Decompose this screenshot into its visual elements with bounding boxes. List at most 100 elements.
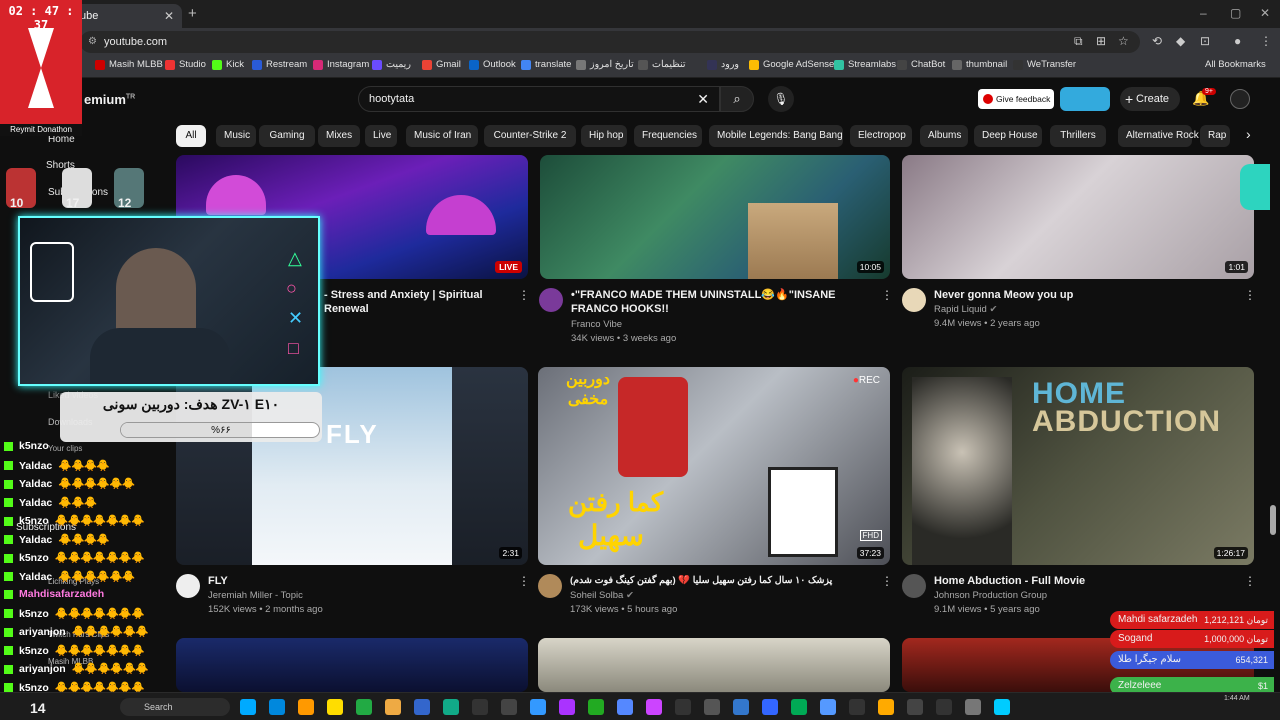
taskbar-search[interactable]: Search: [120, 698, 230, 716]
taskbar-app-icon[interactable]: [385, 699, 401, 715]
voice-search-button[interactable]: 🎙: [768, 86, 794, 112]
site-info-icon[interactable]: ⚙: [88, 31, 97, 53]
bookmark-item[interactable]: translate: [521, 59, 571, 70]
video-thumbnail[interactable]: [176, 638, 528, 692]
video-title[interactable]: Home Abduction - Full Movie: [934, 574, 1234, 588]
translate-icon[interactable]: ⊞: [1096, 34, 1106, 48]
extensions-puzzle-icon[interactable]: ⊡: [1200, 34, 1210, 48]
taskbar-app-icon[interactable]: [559, 699, 575, 715]
taskbar-app-icon[interactable]: [269, 699, 285, 715]
video-menu-icon[interactable]: ⋮: [881, 574, 893, 588]
bookmark-item[interactable]: تنظیمات: [638, 59, 686, 70]
channel-name[interactable]: Rapid Liquid ✔: [934, 303, 997, 317]
taskbar-app-icon[interactable]: [646, 699, 662, 715]
video-menu-icon[interactable]: ⋮: [881, 288, 893, 302]
video-thumbnail[interactable]: [538, 638, 890, 692]
chip-counter-strike-2[interactable]: Counter-Strike 2: [484, 125, 576, 147]
bookmark-item[interactable]: Outlook: [469, 59, 516, 70]
extension-menu-button[interactable]: [1060, 87, 1110, 111]
bookmark-star-icon[interactable]: ☆: [1118, 34, 1129, 48]
taskbar-app-icon[interactable]: [327, 699, 343, 715]
extension-icon[interactable]: ⟲: [1152, 34, 1162, 48]
minimize-icon[interactable]: –: [1200, 6, 1207, 20]
channel-name[interactable]: Johnson Production Group: [934, 589, 1047, 603]
channel-name[interactable]: Soheil Solba ✔: [570, 589, 634, 603]
search-button[interactable]: ⌕: [720, 86, 754, 112]
chip-albums[interactable]: Albums: [920, 125, 968, 147]
bookmark-item[interactable]: ChatBot: [897, 59, 945, 70]
taskbar-app-icon[interactable]: [443, 699, 459, 715]
bookmark-item[interactable]: Kick: [212, 59, 244, 70]
bookmark-item[interactable]: Masih MLBB: [95, 59, 163, 70]
taskbar-app-icon[interactable]: [588, 699, 604, 715]
bookmark-item[interactable]: Streamlabs: [834, 59, 896, 70]
taskbar-app-icon[interactable]: [298, 699, 314, 715]
video-menu-icon[interactable]: ⋮: [518, 574, 530, 588]
taskbar-app-icon[interactable]: [414, 699, 430, 715]
chip-all[interactable]: All: [176, 125, 206, 147]
taskbar-app-icon[interactable]: [704, 699, 720, 715]
chips-next-arrow-icon[interactable]: ›: [1246, 126, 1251, 142]
video-title[interactable]: •"FRANCO MADE THEM UNINSTALL😂🔥"INSANE FR…: [571, 288, 871, 316]
video-title[interactable]: Never gonna Meow you up: [934, 288, 1234, 302]
taskbar-app-icon[interactable]: [356, 699, 372, 715]
give-feedback-button[interactable]: Give feedback: [978, 89, 1054, 109]
taskbar-app-icon[interactable]: [994, 699, 1010, 715]
channel-avatar[interactable]: [176, 574, 200, 598]
channel-avatar[interactable]: [538, 574, 562, 598]
close-tab-icon[interactable]: ✕: [164, 4, 174, 28]
video-title[interactable]: FLY: [208, 574, 508, 588]
extension-side-tab[interactable]: [1240, 164, 1270, 210]
close-window-icon[interactable]: ✕: [1260, 6, 1270, 20]
chip-music[interactable]: Music: [216, 125, 256, 147]
bookmark-item[interactable]: ریمیت: [372, 59, 411, 70]
taskbar-app-icon[interactable]: [501, 699, 517, 715]
taskbar-app-icon[interactable]: [762, 699, 778, 715]
bookmark-item[interactable]: Google AdSense: [749, 59, 834, 70]
taskbar-app-icon[interactable]: [936, 699, 952, 715]
all-bookmarks-button[interactable]: All Bookmarks: [1205, 59, 1266, 70]
create-button[interactable]: + Create: [1120, 87, 1180, 111]
channel-name[interactable]: Jeremiah Miller - Topic: [208, 589, 303, 603]
taskbar-app-icon[interactable]: [675, 699, 691, 715]
chip-alternative-rock[interactable]: Alternative Rock: [1118, 125, 1199, 147]
video-thumbnail[interactable]: HOME ABDUCTION 1:26:17: [902, 367, 1254, 565]
chip-frequencies[interactable]: Frequencies: [634, 125, 702, 147]
video-thumbnail[interactable]: دوربین مخفی کما رفتن سهیل ●REC FHD 37:23: [538, 367, 890, 565]
bookmark-item[interactable]: Instagram: [313, 59, 369, 70]
clear-search-icon[interactable]: ✕: [697, 87, 709, 111]
taskbar-app-icon[interactable]: [791, 699, 807, 715]
profile-avatar[interactable]: ●: [1234, 34, 1241, 48]
taskbar-app-icon[interactable]: [965, 699, 981, 715]
account-avatar[interactable]: [1230, 89, 1250, 109]
menu-kebab-icon[interactable]: ⋮: [1260, 34, 1272, 48]
channel-avatar[interactable]: [902, 288, 926, 312]
page-scrollbar[interactable]: [1270, 505, 1276, 535]
chip-electropop[interactable]: Electropop: [850, 125, 912, 147]
bookmark-item[interactable]: Restream: [252, 59, 307, 70]
video-title[interactable]: - Stress and Anxiety | Spiritual Renewal: [324, 288, 504, 316]
ext-diamond-icon[interactable]: ◆: [1176, 34, 1185, 48]
bookmark-item[interactable]: ورود: [707, 59, 739, 70]
channel-name[interactable]: Franco Vibe: [571, 318, 622, 332]
chip-music-of-iran[interactable]: Music of Iran: [406, 125, 478, 147]
video-menu-icon[interactable]: ⋮: [1244, 288, 1256, 302]
bookmark-item[interactable]: Studio: [165, 59, 206, 70]
maximize-icon[interactable]: ▢: [1230, 6, 1241, 20]
chip-deep-house[interactable]: Deep House: [974, 125, 1042, 147]
bookmark-item[interactable]: Gmail: [422, 59, 461, 70]
taskbar-app-icon[interactable]: [849, 699, 865, 715]
taskbar-app-icon[interactable]: [878, 699, 894, 715]
taskbar-app-icon[interactable]: [733, 699, 749, 715]
omnibox[interactable]: ⚙ youtube.com: [80, 31, 1140, 53]
video-menu-icon[interactable]: ⋮: [518, 288, 530, 302]
video-menu-icon[interactable]: ⋮: [1244, 574, 1256, 588]
chip-hip-hop[interactable]: Hip hop: [581, 125, 627, 147]
new-tab-button[interactable]: +: [188, 5, 197, 22]
taskbar-app-icon[interactable]: [820, 699, 836, 715]
bookmark-item[interactable]: thumbnail: [952, 59, 1007, 70]
search-input[interactable]: hootytata ✕: [358, 86, 720, 112]
video-thumbnail[interactable]: 10:05: [540, 155, 890, 279]
video-title[interactable]: پزشک ۱۰ سال کما رفتن سهیل سلیا 💔 (بهم گف…: [570, 574, 870, 588]
chip-mixes[interactable]: Mixes: [318, 125, 360, 147]
